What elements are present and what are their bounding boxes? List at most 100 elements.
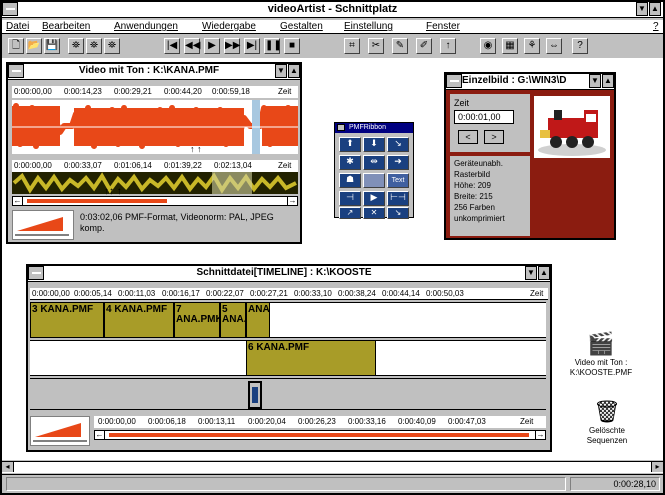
zeit-label: Zeit: [278, 161, 292, 170]
rewind-button[interactable]: ◀◀: [184, 38, 200, 54]
timeline-window-maximize[interactable]: ▲: [538, 266, 550, 280]
desktop-icon-trash[interactable]: 🗑 Gelöschte Sequenzen: [572, 398, 642, 454]
menu-help[interactable]: ?: [653, 21, 659, 32]
timeline-ruler: 0:00:00,00 0:00:05,14 0:00:11,03 0:00:16…: [30, 288, 548, 300]
save-file-button[interactable]: 💾: [44, 38, 60, 54]
still-next-button[interactable]: >: [484, 130, 504, 144]
effect-cut-button[interactable]: ⊣: [339, 191, 361, 206]
still-prev-button[interactable]: <: [458, 130, 478, 144]
skip-end-button[interactable]: ▶|: [244, 38, 260, 54]
capture-button-3[interactable]: ⛯: [104, 38, 120, 54]
scroll-left-icon[interactable]: ◂: [2, 462, 14, 472]
capture-button-1[interactable]: ⛯: [68, 38, 84, 54]
stop-button[interactable]: ■: [284, 38, 300, 54]
video-window-titlebar[interactable]: Video mit Ton : K:\KANA.PMF ▼ ▲: [8, 64, 300, 80]
info-line: 256 Farben: [454, 203, 495, 212]
timeline-clip[interactable]: 4 KANA.PMF: [104, 303, 174, 337]
maximize-button[interactable]: ▲: [649, 2, 661, 16]
audio-waveform-overview[interactable]: [12, 172, 298, 194]
pmfribbon-close[interactable]: [337, 124, 345, 131]
tool-button-e[interactable]: ↑: [440, 38, 456, 54]
effect-iris-button[interactable]: ✱: [339, 155, 361, 170]
video-track-b[interactable]: 6 KANA.PMF: [30, 340, 546, 376]
menu-bearbeiten[interactable]: Bearbeiten: [42, 21, 90, 32]
tool-button-h[interactable]: ⚘: [524, 38, 540, 54]
video-window-maximize[interactable]: ▲: [288, 64, 300, 78]
new-file-button[interactable]: 🗋: [8, 38, 24, 54]
still-window-titlebar[interactable]: Einzelbild : G:\WIN3\D ▼ ▲: [446, 74, 614, 90]
pause-button[interactable]: ❚❚: [264, 38, 282, 54]
timeline-volume-control[interactable]: [30, 416, 90, 446]
effect-down-button[interactable]: ↘: [387, 207, 409, 219]
effect-cross-button[interactable]: ✕: [363, 207, 385, 219]
effect-slide-button[interactable]: ↘: [387, 137, 409, 152]
scroll-right-icon[interactable]: →: [287, 197, 297, 205]
tool-button-d[interactable]: ✐: [416, 38, 432, 54]
open-file-button[interactable]: 📂: [26, 38, 42, 54]
fast-forward-button[interactable]: ▶▶: [224, 38, 240, 54]
tool-button-j[interactable]: ?: [572, 38, 588, 54]
volume-control[interactable]: [12, 210, 74, 240]
zeit-label: Zeit: [530, 289, 544, 298]
tool-button-c[interactable]: ✎: [392, 38, 408, 54]
menu-gestalten[interactable]: Gestalten: [280, 21, 323, 32]
tool-button-b[interactable]: ✂: [368, 38, 384, 54]
effect-split-button[interactable]: ⇹: [363, 155, 385, 170]
still-window-minimize[interactable]: ▼: [589, 74, 601, 88]
scroll-right-icon[interactable]: ▸: [651, 462, 663, 472]
video-window-minimize[interactable]: ▼: [275, 64, 287, 78]
timeline-clip[interactable]: ANA.PM: [246, 303, 270, 337]
menu-datei[interactable]: Datei: [6, 21, 29, 32]
still-window-maximize[interactable]: ▲: [602, 74, 614, 88]
desktop-icon-video[interactable]: 🎬 Video mit Ton : K:\KOOSTE.PMF: [556, 330, 646, 386]
still-time-input[interactable]: 0:00:01,00: [454, 110, 514, 124]
menu-einstellung[interactable]: Einstellung: [344, 21, 393, 32]
scroll-range: [27, 199, 167, 203]
tool-button-a[interactable]: ⌗: [344, 38, 360, 54]
capture-button-2[interactable]: ⛯: [86, 38, 102, 54]
play-button[interactable]: ▶: [204, 38, 220, 54]
tool-button-i[interactable]: ⇔: [546, 38, 562, 54]
effect-wipe-button[interactable]: ⬆: [339, 137, 361, 152]
tool-button-g[interactable]: ▦: [502, 38, 518, 54]
still-time-panel: Zeit 0:00:01,00 < >: [450, 94, 530, 152]
zeit-label: Zeit: [278, 87, 292, 96]
video-track-a[interactable]: 3 KANA.PMF 4 KANA.PMF 7 ANA.PMK 5 ANA.PM…: [30, 302, 546, 338]
scroll-left-icon[interactable]: ←: [13, 197, 23, 205]
timeline-clip[interactable]: 6 KANA.PMF: [246, 341, 376, 375]
video-horizontal-scrollbar[interactable]: ← →: [12, 196, 298, 206]
minimize-button[interactable]: ▼: [636, 2, 648, 16]
timeline-horizontal-scrollbar[interactable]: ← →: [94, 430, 546, 440]
info-line: Rasterbild: [454, 170, 491, 179]
effect-arrow-button[interactable]: ➜: [387, 155, 409, 170]
film-icon: ▦: [505, 40, 515, 51]
skip-start-button[interactable]: |◀: [164, 38, 180, 54]
transition-track[interactable]: [30, 378, 546, 410]
menu-anwendungen[interactable]: Anwendungen: [114, 21, 178, 32]
timeline-window-minimize[interactable]: ▼: [525, 266, 537, 280]
menu-wiedergabe[interactable]: Wiedergabe: [202, 21, 256, 32]
audio-waveform-detail[interactable]: ↑ ↑: [12, 100, 298, 154]
tool-button-f[interactable]: ◉: [480, 38, 496, 54]
effect-blank-button[interactable]: [363, 173, 385, 188]
overview-waveform-graphic: [12, 172, 298, 194]
effect-people-button[interactable]: ☗: [339, 173, 361, 188]
timeline-clip[interactable]: 3 KANA.PMF: [30, 303, 104, 337]
menu-fenster[interactable]: Fenster: [426, 21, 460, 32]
timeline-clip[interactable]: 7 ANA.PMK: [174, 303, 220, 337]
transition-marker[interactable]: [248, 381, 262, 409]
ruler-tick-label: 0:00:33,10: [294, 289, 332, 298]
video-window-system-menu[interactable]: [8, 64, 24, 78]
main-horizontal-scrollbar[interactable]: ◂ ▸: [2, 461, 663, 473]
timeline-window-titlebar[interactable]: Schnittdatei[TIMELINE] : K:\KOOSTE ▼ ▲: [28, 266, 550, 282]
timeline-clip[interactable]: 5 ANA.PMF: [220, 303, 246, 337]
effect-push-button[interactable]: ⬇: [363, 137, 385, 152]
effect-diagonal-button[interactable]: ↗: [339, 207, 361, 219]
scroll-left-icon[interactable]: ←: [95, 431, 105, 439]
effect-text-button[interactable]: Text: [387, 173, 409, 188]
scroll-right-icon[interactable]: →: [535, 431, 545, 439]
effect-play-button[interactable]: ▶: [363, 191, 385, 206]
effect-range-button[interactable]: ⊢⊣: [387, 191, 409, 206]
still-window-system-menu[interactable]: [446, 74, 462, 88]
timeline-window-system-menu[interactable]: [28, 266, 44, 280]
